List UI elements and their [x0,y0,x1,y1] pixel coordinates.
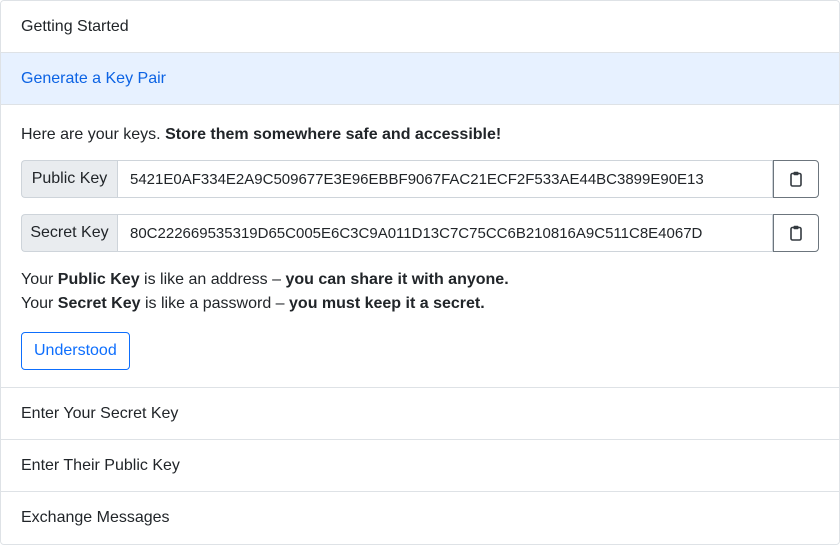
note-middle: is like a password – [144,295,285,312]
note-key: Public Key [57,271,140,288]
note-prefix: Your [21,271,54,288]
note-bold: you must keep it a secret. [289,295,485,312]
public-key-note: Your Public Key is like an address – you… [21,268,819,292]
secret-key-field[interactable] [117,214,773,252]
accordion-header-label: Exchange Messages [21,509,170,526]
secret-key-label: Secret Key [21,214,117,252]
note-bold: you can share it with anyone. [285,271,509,288]
accordion-header-exchange-messages[interactable]: Exchange Messages [1,492,839,544]
keys-intro-text: Here are your keys. Store them somewhere… [21,125,819,145]
note-middle: is like an address – [144,271,282,288]
clipboard-icon [790,171,802,187]
accordion-header-getting-started[interactable]: Getting Started [1,1,839,53]
intro-prefix: Here are your keys. [21,126,161,143]
accordion-header-label: Enter Their Public Key [21,456,180,474]
public-key-field[interactable] [117,160,773,198]
intro-bold: Store them somewhere safe and accessible… [165,126,502,143]
accordion-header-label: Getting Started [21,17,129,35]
note-key: Secret Key [57,295,141,312]
accordion-header-generate-key-pair[interactable]: Generate a Key Pair [1,53,839,105]
clipboard-icon [790,225,802,241]
accordion: Getting Started Generate a Key Pair Here… [0,0,840,545]
public-key-label: Public Key [21,160,117,198]
accordion-header-label: Enter Your Secret Key [21,404,179,422]
accordion-header-label: Generate a Key Pair [21,69,166,87]
understood-button[interactable]: Understood [21,332,130,370]
public-key-group: Public Key [21,160,819,198]
note-prefix: Your [21,295,54,312]
secret-key-note: Your Secret Key is like a password – you… [21,292,819,316]
copy-public-key-button[interactable] [773,160,819,198]
secret-key-group: Secret Key [21,214,819,252]
copy-secret-key-button[interactable] [773,214,819,252]
key-pair-panel: Here are your keys. Store them somewhere… [1,105,839,388]
accordion-header-enter-public-key[interactable]: Enter Their Public Key [1,440,839,492]
accordion-header-enter-secret-key[interactable]: Enter Your Secret Key [1,388,839,440]
